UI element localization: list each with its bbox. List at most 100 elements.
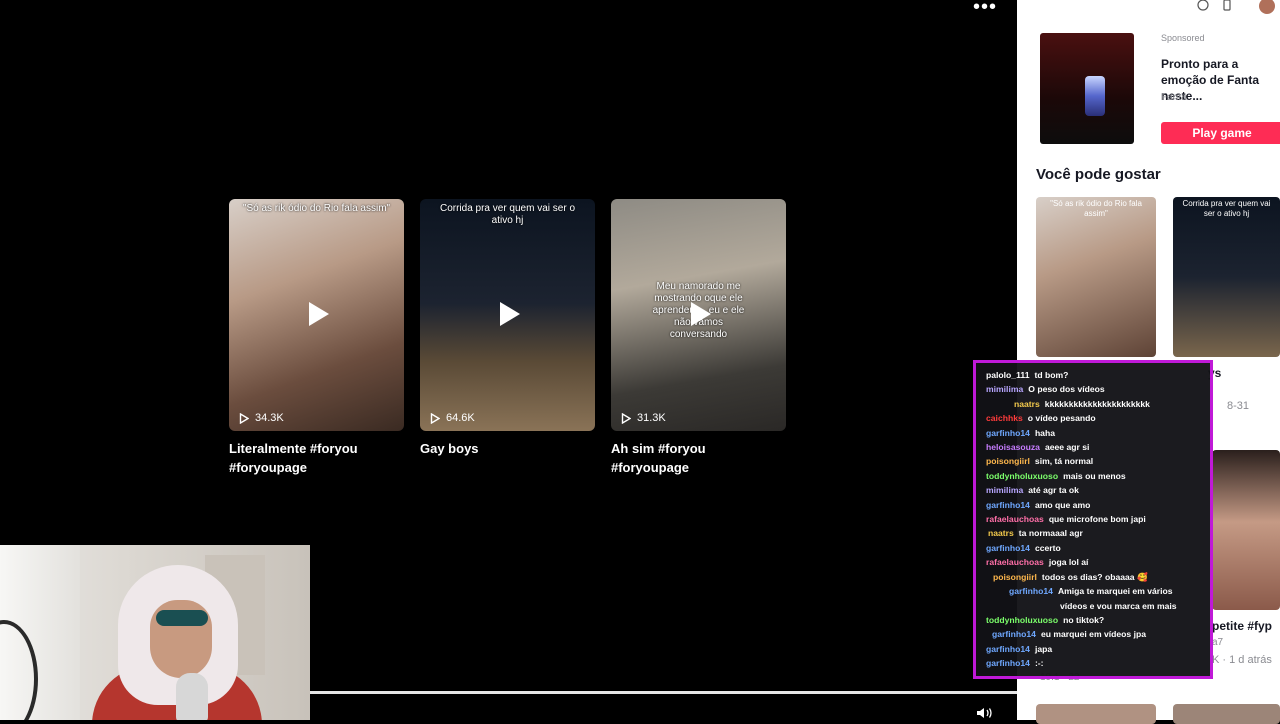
chat-username: toddynholuxuoso — [986, 470, 1059, 481]
chat-message: poisongiirl todos os dias? obaaaa 🥰 — [986, 570, 1210, 584]
video-title[interactable]: Gay boys — [420, 439, 595, 458]
chat-message: rafaelauchoas joga lol aí — [986, 555, 1210, 569]
progress-bar[interactable] — [310, 691, 1017, 694]
view-count-label: 64.6K — [446, 412, 475, 424]
chat-username: garfinho14 — [986, 542, 1030, 553]
chat-message: toddynholuxuoso no tiktok? — [986, 613, 1210, 627]
chat-message: garfinho14 amo que amo — [986, 498, 1210, 512]
webcam-overlay — [0, 545, 310, 720]
more-options-button[interactable]: ••• — [970, 0, 1000, 17]
chat-text: eu marquei em vídeos jpa — [1040, 629, 1147, 640]
chat-text: Amiga te marquei em vários — [1057, 586, 1173, 597]
video-thumbnail[interactable]: "Só as rik ódio do Rio fala assim" 34.3K — [229, 199, 404, 431]
video-card[interactable]: Meu namorado me mostrando oque ele apren… — [611, 199, 786, 477]
chat-text: td bom? — [1034, 370, 1069, 380]
chat-text: ccerto — [1034, 542, 1061, 553]
stream-chat-overlay: palolo_111 td bom? mimilima O peso dos víde… — [973, 360, 1213, 679]
thumbnail-caption: Corrida pra ver quem vai ser o ativo hj — [439, 203, 576, 226]
phone-icon[interactable] — [1223, 0, 1231, 11]
recommended-video[interactable]: Corrida pra ver quem vai ser o ativo hj — [1173, 197, 1280, 357]
chat-username: mimilima — [986, 384, 1024, 395]
chat-message: rafaelauchoas que microfone bom japi — [986, 512, 1210, 526]
video-title[interactable]: Literalmente #foryou #foryoupage — [229, 439, 404, 477]
video-title[interactable]: Ah sim #foryou #foryoupage — [611, 439, 786, 477]
streamer-sunglasses — [156, 610, 208, 626]
chat-text: sim, tá normal — [1034, 456, 1094, 467]
recommended-video-date: 8-31 — [1227, 400, 1250, 412]
chat-text: amo que amo — [1034, 499, 1091, 510]
chat-message: poisongiirl sim, tá normal — [986, 454, 1210, 468]
chat-username: naatrs — [988, 528, 1014, 539]
video-thumbnail[interactable]: Meu namorado me mostrando oque ele apren… — [611, 199, 786, 431]
recommended-video[interactable]: "Só as rik ódio do Rio fala assim" — [1036, 197, 1156, 357]
chat-message: garfinho14 eu marquei em vídeos jpa — [986, 627, 1210, 641]
chat-text: ta normaaal agr — [1018, 528, 1083, 539]
chat-username: palolo_111 — [986, 370, 1030, 380]
chat-username: mimilima — [986, 485, 1024, 496]
thumbnail-caption: "Só as rik ódio do Rio fala assim" — [242, 203, 391, 214]
view-count: 34.3K — [239, 412, 284, 424]
play-outline-icon — [430, 412, 440, 424]
chat-message: garfinho14 Amiga te marquei em vários — [986, 584, 1210, 598]
play-icon[interactable] — [300, 297, 334, 331]
recommended-video[interactable] — [1036, 704, 1156, 724]
view-count: 64.6K — [430, 412, 475, 424]
ad-product-image — [1085, 76, 1105, 116]
chat-username: rafaelauchoas — [986, 557, 1044, 568]
video-card[interactable]: Corrida pra ver quem vai ser o ativo hj … — [420, 199, 595, 458]
chat-username: poisongiirl — [993, 571, 1037, 582]
chat-username: heloisasouza — [986, 442, 1040, 453]
chat-text: O peso dos vídeos — [1028, 384, 1105, 395]
play-outline-icon — [239, 412, 249, 424]
chat-username: naatrs — [1014, 398, 1040, 409]
section-heading: Você pode gostar — [1036, 166, 1161, 183]
chat-text: japa — [1034, 643, 1053, 654]
recommended-video[interactable] — [1212, 450, 1280, 610]
chat-text: haha — [1034, 427, 1055, 438]
chat-text: até agr ta ok — [1028, 485, 1079, 496]
chat-text: :-: — [1034, 658, 1044, 669]
chat-text: todos os dias? obaaaa 🥰 — [1041, 571, 1148, 582]
microphone — [176, 673, 208, 720]
chat-message: vídeos e vou marca em mais — [986, 599, 1210, 613]
video-card[interactable]: "Só as rik ódio do Rio fala assim" 34.3K… — [229, 199, 404, 477]
chat-message: mimilima até agr ta ok — [986, 483, 1210, 497]
play-icon[interactable] — [491, 297, 525, 331]
recommended-video-title[interactable]: petite #fyp — [1212, 619, 1272, 633]
chat-username: garfinho14 — [1009, 586, 1053, 597]
video-thumbnail[interactable]: Corrida pra ver quem vai ser o ativo hj … — [420, 199, 595, 431]
chat-text: kkkkkkkkkkkkkkkkkkkkkk — [1044, 398, 1150, 409]
recommended-video[interactable] — [1173, 704, 1280, 724]
chat-text: o vídeo pesando — [1027, 413, 1096, 424]
volume-icon[interactable] — [975, 706, 995, 720]
chat-text: vídeos e vou marca em mais — [1060, 600, 1177, 611]
play-icon[interactable] — [682, 297, 716, 331]
chat-message: naatrs ta normaaal agr — [986, 526, 1210, 540]
chat-message: caichhks o vídeo pesando — [986, 411, 1210, 425]
chat-message: heloisasouza aeee agr si — [986, 440, 1210, 454]
chat-text: joga lol aí — [1048, 557, 1089, 568]
play-game-button[interactable]: Play game — [1161, 122, 1280, 144]
chat-username: caichhks — [986, 413, 1023, 424]
chat-text: mais ou menos — [1063, 470, 1126, 481]
chat-username: garfinho14 — [992, 629, 1036, 640]
chat-username: garfinho14 — [986, 427, 1030, 438]
recommended-video-author[interactable]: a7 — [1212, 637, 1223, 648]
chat-text: aeee agr si — [1044, 442, 1090, 453]
avatar[interactable] — [1259, 0, 1275, 14]
chat-message: garfinho14 haha — [986, 426, 1210, 440]
chat-username: poisongiirl — [986, 456, 1030, 467]
recommended-video-date: K · 1 d atrás — [1212, 654, 1272, 666]
chat-text: que microfone bom japi — [1048, 514, 1146, 525]
chat-message: naatrs kkkkkkkkkkkkkkkkkkkkkk — [986, 397, 1210, 411]
chat-username: garfinho14 — [986, 658, 1030, 669]
play-outline-icon — [621, 412, 631, 424]
thumbnail-caption: Corrida pra ver quem vai ser o ativo hj — [1182, 199, 1271, 218]
chat-username: toddynholuxuoso — [986, 614, 1059, 625]
chat-message: garfinho14 :-: — [986, 656, 1210, 670]
thumbnail-caption: "Só as rik ódio do Rio fala assim" — [1050, 199, 1142, 218]
view-count-label: 31.3K — [637, 412, 666, 424]
ad-brand[interactable]: Fanta — [1161, 92, 1187, 103]
chat-message: garfinho14 japa — [986, 642, 1210, 656]
tiktok-link-icon[interactable] — [1197, 0, 1209, 11]
